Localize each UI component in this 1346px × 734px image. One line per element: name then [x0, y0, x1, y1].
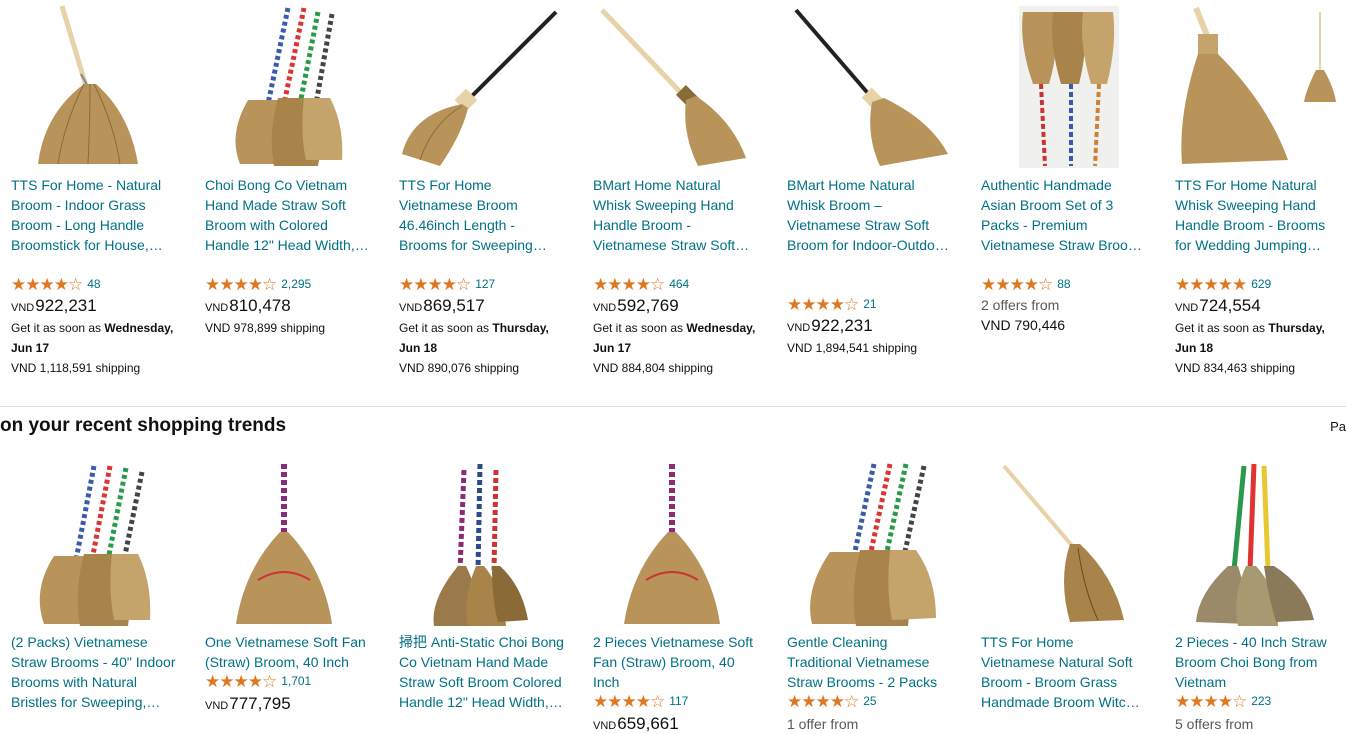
- product-title[interactable]: BMart Home Natural Whisk Sweeping Hand H…: [593, 175, 759, 255]
- star-icon: ★★★★☆: [11, 274, 83, 294]
- star-icon: ★★★★☆: [205, 671, 277, 691]
- rating[interactable]: ★★★★★ 629: [1175, 275, 1271, 293]
- rating[interactable]: ★★★★☆ 2,295: [205, 275, 311, 293]
- offers-link[interactable]: 5 offers from: [1175, 714, 1253, 734]
- review-count[interactable]: 127: [475, 277, 495, 291]
- price: VND592,769: [593, 296, 679, 315]
- page: { "row1": { "products": [ {"title":"TTS …: [0, 0, 1346, 733]
- star-icon: ★★★★☆: [787, 294, 859, 314]
- product-image[interactable]: [776, 4, 954, 168]
- rating[interactable]: ★★★★☆ 117: [593, 692, 688, 710]
- shipping-cost: VND 978,899 shipping: [205, 321, 326, 335]
- delivery-info: Get it as soon as Wednesday, Jun 17: [593, 321, 756, 355]
- rating[interactable]: ★★★★☆ 48: [11, 275, 101, 293]
- product-image[interactable]: [388, 460, 566, 628]
- rating[interactable]: ★★★★☆ 25: [787, 692, 877, 710]
- price: VND922,231: [11, 296, 97, 315]
- price: VND659,661: [593, 714, 679, 733]
- product-title[interactable]: TTS For Home Natural Whisk Sweeping Hand…: [1175, 175, 1341, 255]
- star-icon: ★★★★★: [1175, 274, 1247, 294]
- shipping-cost: VND 884,804 shipping: [593, 361, 714, 375]
- star-icon: ★★★★☆: [593, 274, 665, 294]
- product-title[interactable]: TTS For Home - Natural Broom - Indoor Gr…: [11, 175, 177, 255]
- product-image[interactable]: [970, 460, 1148, 628]
- review-count[interactable]: 2,295: [281, 277, 311, 291]
- star-icon: ★★★★☆: [593, 691, 665, 711]
- delivery-info: Get it as soon as Thursday, Jun 18: [399, 321, 549, 355]
- rating[interactable]: ★★★★☆ 127: [399, 275, 495, 293]
- offer-price: VND 790,446: [981, 317, 1066, 333]
- rating[interactable]: ★★★★☆ 88: [981, 275, 1071, 293]
- delivery-info: Get it as soon as Thursday, Jun 18: [1175, 321, 1325, 355]
- shipping-cost: VND 1,894,541 shipping: [787, 341, 918, 355]
- review-count[interactable]: 88: [1057, 277, 1070, 291]
- product-image[interactable]: [970, 4, 1148, 168]
- product-title[interactable]: BMart Home Natural Whisk Broom – Vietnam…: [787, 175, 953, 255]
- price: VND777,795: [205, 694, 291, 713]
- offers-link[interactable]: 1 offer from: [787, 714, 858, 734]
- review-count[interactable]: 629: [1251, 277, 1271, 291]
- product-carousel-top: TTS For Home - Natural Broom - Indoor Gr…: [0, 0, 1346, 400]
- section-heading: on your recent shopping trends: [0, 415, 287, 436]
- rating[interactable]: ★★★★☆ 223: [1175, 692, 1271, 710]
- product-title[interactable]: TTS For Home Vietnamese Broom 46.46inch …: [399, 175, 565, 255]
- product-image[interactable]: [194, 460, 372, 628]
- shipping-cost: VND 1,118,591 shipping: [11, 361, 141, 375]
- product-image[interactable]: [1164, 4, 1342, 168]
- price: VND922,231: [787, 316, 873, 335]
- star-icon: ★★★★☆: [399, 274, 471, 294]
- delivery-info: Get it as soon as Wednesday, Jun 17: [11, 321, 174, 355]
- rating[interactable]: ★★★★☆ 1,701: [205, 672, 311, 690]
- shipping-cost: VND 834,463 shipping: [1175, 361, 1296, 375]
- product-title[interactable]: 2 Pieces - 40 Inch Straw Broom Choi Bong…: [1175, 632, 1341, 692]
- star-icon: ★★★★☆: [981, 274, 1053, 294]
- product-title[interactable]: One Vietnamese Soft Fan (Straw) Broom, 4…: [205, 632, 371, 672]
- product-title[interactable]: (2 Packs) Vietnamese Straw Brooms - 40" …: [11, 632, 177, 712]
- price: VND724,554: [1175, 296, 1261, 315]
- review-count[interactable]: 21: [863, 297, 876, 311]
- product-image[interactable]: [388, 4, 566, 168]
- product-carousel-trends: (2 Packs) Vietnamese Straw Brooms - 40" …: [0, 458, 1346, 733]
- shipping-cost: VND 890,076 shipping: [399, 361, 520, 375]
- product-title[interactable]: 掃把 Anti-Static Choi Bong Co Vietnam Hand…: [399, 632, 565, 712]
- star-icon: ★★★★☆: [1175, 691, 1247, 711]
- product-image[interactable]: [0, 460, 178, 628]
- review-count[interactable]: 25: [863, 694, 876, 708]
- price: VND810,478: [205, 296, 291, 315]
- product-title[interactable]: Authentic Handmade Asian Broom Set of 3 …: [981, 175, 1147, 255]
- review-count[interactable]: 117: [669, 694, 688, 708]
- product-image[interactable]: [582, 4, 760, 168]
- review-count[interactable]: 48: [87, 277, 100, 291]
- review-count[interactable]: 464: [669, 277, 689, 291]
- review-count[interactable]: 1,701: [281, 674, 311, 688]
- page-indicator: Pa: [1330, 419, 1346, 434]
- star-icon: ★★★★☆: [205, 274, 277, 294]
- product-image[interactable]: [0, 4, 178, 168]
- product-title[interactable]: 2 Pieces Vietnamese Soft Fan (Straw) Bro…: [593, 632, 759, 692]
- product-title[interactable]: Gentle Cleaning Traditional Vietnamese S…: [787, 632, 953, 692]
- review-count[interactable]: 223: [1251, 694, 1271, 708]
- offers-link[interactable]: 2 offers from: [981, 295, 1059, 315]
- star-icon: ★★★★☆: [787, 691, 859, 711]
- rating[interactable]: ★★★★☆ 464: [593, 275, 689, 293]
- product-title[interactable]: Choi Bong Co Vietnam Hand Made Straw Sof…: [205, 175, 371, 255]
- product-image[interactable]: [582, 460, 760, 628]
- price: VND869,517: [399, 296, 485, 315]
- product-image[interactable]: [194, 4, 372, 168]
- rating[interactable]: ★★★★☆ 21: [787, 295, 877, 313]
- section-divider: [0, 406, 1346, 407]
- product-title[interactable]: TTS For Home Vietnamese Natural Soft Bro…: [981, 632, 1147, 712]
- product-image[interactable]: [776, 460, 954, 628]
- product-image[interactable]: [1164, 460, 1342, 628]
